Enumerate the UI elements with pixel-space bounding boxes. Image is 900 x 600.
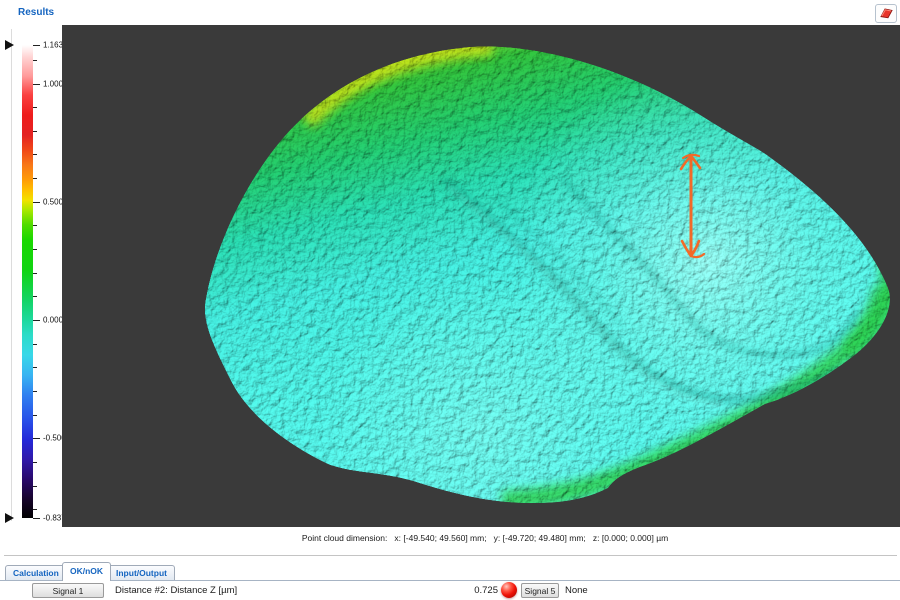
colorbar-tick-label: 0.000: [43, 316, 63, 325]
colorbar-minor-tick: [33, 178, 37, 179]
colorbar-minor-tick: [33, 60, 37, 61]
colorbar-major-tick: [33, 84, 40, 85]
colorbar-major-tick: [33, 320, 40, 321]
scale-min-marker-icon[interactable]: [5, 513, 14, 523]
scale-max-marker-icon[interactable]: [5, 40, 14, 50]
colorbar-minor-tick: [33, 154, 37, 155]
signal-5-value: None: [565, 585, 588, 596]
point-cloud-render[interactable]: [62, 26, 900, 526]
scanned-object[interactable]: [205, 46, 900, 526]
colorbar-minor-tick: [33, 509, 37, 510]
colorbar-tick-label: 1.000: [43, 79, 63, 88]
measurement-label: Distance #2: Distance Z [µm]: [115, 585, 237, 596]
export-button[interactable]: [875, 4, 897, 23]
color-scale-ticks: 1.1631.0000.5000.000-0.500-0.837: [33, 45, 62, 518]
signal-5-button[interactable]: Signal 5: [521, 583, 559, 598]
status-strip: Point cloud dimension: x: [-49.540; 49.5…: [0, 527, 900, 553]
colorbar-major-tick: [33, 518, 40, 519]
colorbar-minor-tick: [33, 344, 37, 345]
export-icon: [879, 7, 894, 20]
colorbar-tick-label: 0.500: [43, 197, 63, 206]
colorbar-minor-tick: [33, 391, 37, 392]
colorbar-tick-label: 1.163: [43, 41, 63, 50]
tab-ok-nok[interactable]: OK/nOK: [62, 562, 111, 581]
measurement-value: 0.725: [468, 585, 498, 596]
bottom-panel: Calculation OK/nOK Input/Output Signal 1…: [0, 558, 900, 600]
colorbar-minor-tick: [33, 296, 37, 297]
application-window: Results 1.1631.0000.5000.000-0.500-0.837: [0, 0, 900, 600]
colorbar-major-tick: [33, 202, 40, 203]
signal-1-button[interactable]: Signal 1: [32, 583, 104, 598]
tab-baseline: [0, 580, 900, 581]
color-scale-panel: 1.1631.0000.5000.000-0.500-0.837: [0, 25, 62, 527]
colorbar-minor-tick: [33, 225, 37, 226]
colorbar-minor-tick: [33, 249, 37, 250]
colorbar-minor-tick: [33, 273, 37, 274]
colorbar-minor-tick: [33, 462, 37, 463]
colorbar-minor-tick: [33, 367, 37, 368]
colorbar-major-tick: [33, 438, 40, 439]
tab-input-output[interactable]: Input/Output: [108, 565, 175, 580]
colorbar-minor-tick: [33, 415, 37, 416]
colorbar-minor-tick: [33, 107, 37, 108]
point-cloud-dimension-text: Point cloud dimension: x: [-49.540; 49.5…: [0, 533, 900, 543]
tab-calculation[interactable]: Calculation: [5, 565, 67, 580]
colorbar-minor-tick: [33, 486, 37, 487]
top-bar: Results: [0, 0, 900, 25]
color-scale-bar[interactable]: [22, 45, 33, 518]
results-title: Results: [18, 7, 54, 18]
scale-panel-divider: [11, 29, 12, 521]
colorbar-minor-tick: [33, 131, 37, 132]
3d-viewport[interactable]: [62, 25, 900, 527]
status-led-icon: [501, 582, 517, 598]
colorbar-major-tick: [33, 45, 40, 46]
